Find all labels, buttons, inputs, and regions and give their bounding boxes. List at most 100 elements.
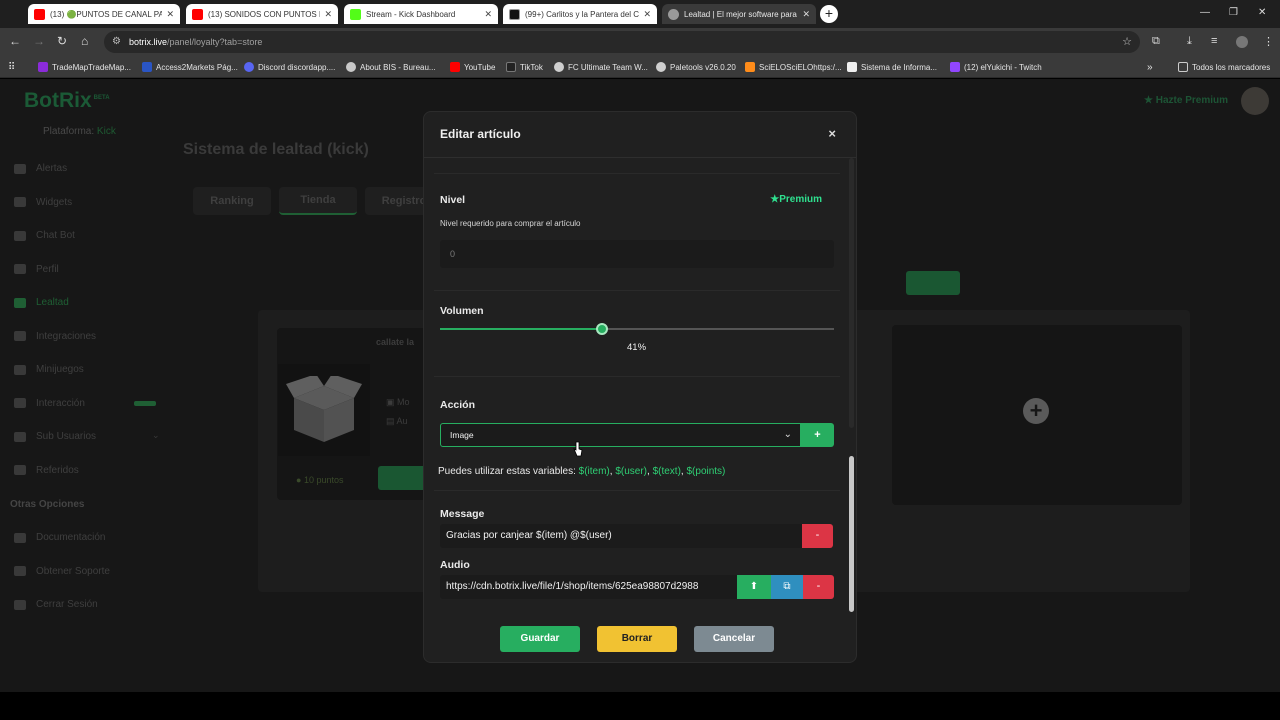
remove-audio-button[interactable]: - [803,575,834,599]
youtube-icon [450,62,460,72]
redeem-button[interactable] [378,466,428,490]
variable-user: $(user) [615,466,648,477]
remove-message-button[interactable]: - [802,524,833,548]
sidebar-item-soporte[interactable]: Obtener Soporte [14,555,164,589]
sidebar-item-cerrar-sesion[interactable]: Cerrar Sesión [14,588,164,622]
close-tab-icon[interactable]: ✕ [802,9,810,20]
modal-body[interactable]: Nivel ★Premium Nivel requerido para comp… [424,158,850,618]
tab-tienda[interactable]: Tienda [279,187,357,215]
bookmark-item[interactable]: Access2Markets Pág... [142,60,238,74]
robot-icon [14,230,26,241]
discord-icon [244,62,254,72]
support-icon [14,566,26,577]
browser-tab[interactable]: Stream - Kick Dashboard ✕ [344,4,498,24]
delete-button[interactable]: Borrar [597,626,677,652]
close-tab-icon[interactable]: ✕ [166,9,174,20]
plug-icon [14,331,26,342]
url-input[interactable]: ⚙ botrix.live/panel/loyalty?tab=store ☆ [104,31,1140,53]
level-input[interactable]: 0 [440,240,834,268]
bookmark-item[interactable]: FC Ultimate Team W... [554,60,648,74]
volume-slider-handle[interactable] [595,323,608,335]
music-icon [14,398,26,409]
all-bookmarks-folder[interactable]: Todos los marcadores [1178,60,1270,74]
bookmark-item[interactable]: TradeMapTradeMap... [38,60,131,74]
browser-tab[interactable]: (13) 🟢PUNTOS DE CANAL PA ✕ [28,4,180,24]
bookmark-item[interactable]: Paletools v26.0.20 [656,60,736,74]
sidebar-item-referidos[interactable]: Referidos [14,454,164,488]
message-input[interactable]: Gracias por canjear $(item) @$(user) [440,524,802,548]
divider [434,173,840,174]
minimize-icon[interactable]: — [1200,7,1210,18]
sidebar-item-lealtad[interactable]: Lealtad [14,286,164,320]
browser-tab[interactable]: (99+) Carlitos y la Pantera del C ✕ [503,4,657,24]
audio-gallery-button[interactable]: ⧉ [771,575,803,599]
reload-icon[interactable]: ↻ [57,34,67,48]
modal-scrollbar[interactable] [849,158,854,618]
scrollbar-thumb[interactable] [849,456,854,612]
premium-link[interactable]: ★ Hazte Premium [1144,95,1228,106]
bookmark-item[interactable]: YouTube [450,60,495,74]
bookmarks-bar: ⠿ TradeMapTradeMap... Access2Markets Pág… [0,56,1280,78]
browser-tab[interactable]: (13) SONIDOS CON PUNTOS D ✕ [186,4,338,24]
bookmark-item[interactable]: Discord discordapp.... [244,60,335,74]
gallery-icon: ⧉ [783,581,791,592]
extensions-icon[interactable]: ⧉ [1152,35,1160,48]
sidebar-item-documentacion[interactable]: Documentación [14,521,164,555]
bookmark-icon [745,62,755,72]
media-icon[interactable]: ≡ [1211,35,1217,47]
site-info-icon[interactable]: ⚙ [112,31,121,53]
apps-icon[interactable]: ⠿ [8,60,15,74]
logout-icon [14,599,26,610]
close-tab-icon[interactable]: ✕ [643,9,651,20]
divider [434,290,840,291]
level-help-text: Nivel requerido para comprar el artículo [440,219,581,228]
avatar[interactable] [1241,87,1269,115]
tab-ranking[interactable]: Ranking [193,187,271,215]
menu-icon[interactable]: ⋮ [1263,35,1274,48]
home-icon[interactable]: ⌂ [81,34,88,48]
bookmark-item[interactable]: (12) elYukichi - Twitch [950,60,1042,74]
premium-badge[interactable]: ★Premium [770,194,822,205]
maximize-icon[interactable]: ❐ [1229,7,1238,18]
new-tab-button[interactable]: + [820,5,838,23]
sidebar-item-alertas[interactable]: Alertas [14,152,164,186]
sidebar-item-perfil[interactable]: Perfil [14,253,164,287]
copy-button[interactable] [906,271,960,295]
store-item-title: callate la [376,337,415,347]
audio-url-input[interactable]: https://cdn.botrix.live/file/1/shop/item… [440,575,737,599]
close-icon[interactable]: × [828,126,836,141]
address-bar-row: ← → ↻ ⌂ ⚙ botrix.live/panel/loyalty?tab=… [0,28,1280,56]
close-tab-icon[interactable]: ✕ [324,9,332,20]
card-points: ● 10 puntos [296,475,344,485]
sidebar-item-widgets[interactable]: Widgets [14,186,164,220]
browser-tab-active[interactable]: Lealtad | El mejor software para ✕ [662,4,816,24]
botrix-logo[interactable]: BotRix BETA [24,89,110,113]
save-button[interactable]: Guardar [500,626,580,652]
profile-avatar[interactable] [1236,36,1248,48]
bookmark-item[interactable]: SciELOSciELOhttps:/... [745,60,842,74]
sidebar-item-interaccion[interactable]: Interacción [14,387,164,421]
sidebar-item-minijuegos[interactable]: Minijuegos [14,353,164,387]
sidebar-item-integraciones[interactable]: Integraciones [14,320,164,354]
cancel-button[interactable]: Cancelar [694,626,774,652]
more-bookmarks-icon[interactable]: » [1147,60,1153,74]
close-window-icon[interactable]: ✕ [1258,7,1266,18]
variable-item: $(item) [578,466,610,477]
globe-icon [554,62,564,72]
bookmark-star-icon[interactable]: ☆ [1122,31,1132,53]
back-icon[interactable]: ← [9,34,21,48]
bookmark-item[interactable]: About BIS - Bureau... [346,60,436,74]
sidebar-item-chat-bot[interactable]: Chat Bot [14,219,164,253]
upload-audio-button[interactable]: ⬆ [737,575,771,599]
forward-icon[interactable]: → [33,34,45,48]
add-action-button[interactable]: + [801,423,834,447]
level-label: Nivel [440,194,466,206]
add-item-icon[interactable]: + [1023,398,1049,424]
bookmark-item[interactable]: TikTok [506,60,543,74]
sidebar-item-sub-usuarios[interactable]: Sub Usuarios ⌄ [14,420,164,454]
download-icon[interactable]: ⤓ [1187,35,1192,48]
bookmark-item[interactable]: Sistema de Informa... [847,60,937,74]
close-tab-icon[interactable]: ✕ [484,9,492,20]
action-select[interactable]: Image ⌄ [440,423,801,447]
volume-slider[interactable] [440,323,834,335]
